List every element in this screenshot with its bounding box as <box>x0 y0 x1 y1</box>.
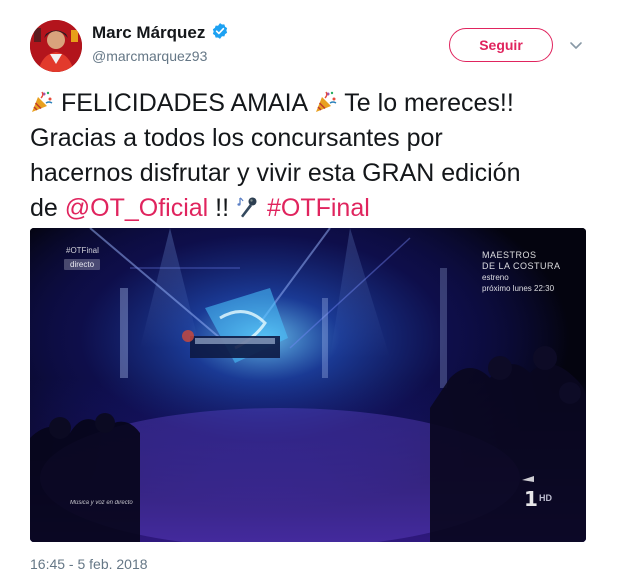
hd-mark: HD <box>539 493 552 503</box>
promo-line: MAESTROS <box>482 250 537 260</box>
tweet-text: FELICIDADES AMAIA Te lo mereces!! Gracia… <box>30 86 600 226</box>
promo-line: próximo lunes 22:30 <box>482 284 555 293</box>
tweet-line-2: Gracias a todos los concursantes por <box>30 124 443 152</box>
display-name[interactable]: Marc Márquez <box>92 23 205 43</box>
live-badge: directo <box>64 259 101 270</box>
tweet-text-segment: de <box>30 194 65 222</box>
embedded-video[interactable]: #OTFinal directo MAESTROS DE LA COSTURA … <box>30 228 586 542</box>
party-popper-icon <box>32 91 53 112</box>
follow-button[interactable]: Seguir <box>449 28 553 62</box>
tweet-text-segment: FELICIDADES AMAIA <box>54 89 314 117</box>
party-popper-icon <box>315 91 337 112</box>
author-handle[interactable]: @marcmarquez93 <box>92 48 207 64</box>
notes-microphone-icon <box>237 197 257 218</box>
verified-icon <box>211 22 229 45</box>
promo-line: estreno <box>482 273 509 282</box>
tweet-line-4: de @OT_Oficial !! !! #OTFinal <box>30 191 600 226</box>
tweet-text-segment: Te lo mereces!! <box>337 89 514 117</box>
more-options-button[interactable] <box>566 36 586 56</box>
video-promo-text: MAESTROS DE LA COSTURA estreno próximo l… <box>482 250 572 294</box>
hashtag-link[interactable]: #OTFinal <box>267 194 370 222</box>
tweet-line-1: FELICIDADES AMAIA Te lo mereces!! <box>30 86 600 121</box>
author-name-row[interactable]: Marc Márquez <box>92 22 229 44</box>
promo-line: DE LA COSTURA <box>482 261 561 271</box>
channel-logo: 1 <box>514 472 554 512</box>
tweet-line-3: hacernos disfrutar y vivir esta GRAN edi… <box>30 159 521 187</box>
tweet-card: Marc Márquez @marcmarquez93 Seguir FELIC… <box>0 0 624 585</box>
avatar[interactable] <box>30 20 82 72</box>
video-caption: Música y voz en directo <box>70 500 133 506</box>
chevron-down-icon <box>570 42 582 49</box>
video-show-tag: #OTFinal <box>66 246 99 255</box>
timestamp[interactable]: 16:45 - 5 feb. 2018 <box>30 556 148 572</box>
mention-link[interactable]: @OT_Oficial <box>65 194 208 222</box>
tweet-text-segment: !! <box>208 194 237 222</box>
channel-number: 1 <box>524 487 538 511</box>
